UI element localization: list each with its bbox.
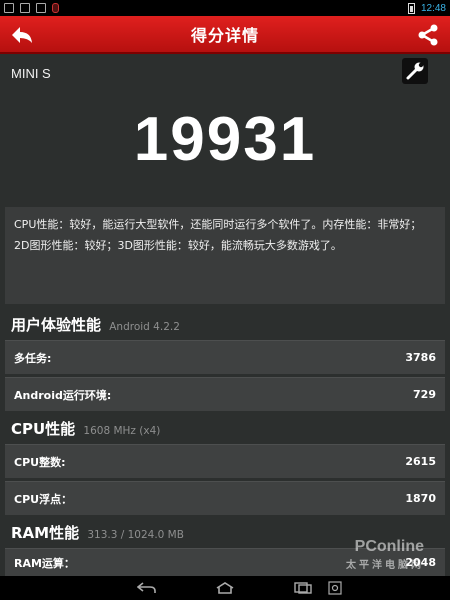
share-icon (418, 24, 438, 46)
section-heading: 用户体验性能 (11, 316, 102, 334)
nav-recents-icon (294, 582, 312, 594)
watermark: PConline 太平洋电脑网 (334, 538, 424, 578)
section-subtitle: Android 4.2.2 (109, 321, 180, 333)
nav-back-icon (137, 582, 156, 593)
nav-home-button[interactable] (214, 580, 236, 596)
row-label: RAM运算： (14, 556, 75, 570)
section-title-cpu: CPU性能 1608 MHz (x4) (11, 418, 160, 439)
device-row: MINI S (0, 54, 450, 96)
row-value: 3786 (405, 351, 436, 364)
back-arrow-icon (12, 27, 32, 43)
watermark-caption: 太平洋电脑网 (346, 560, 424, 571)
section-heading: RAM性能 (11, 524, 80, 542)
status-bar: 12:48 (0, 0, 450, 16)
nav-recents-button[interactable] (292, 580, 314, 596)
performance-summary: CPU性能：较好，能运行大型软件，还能同时运行多个软件了。内存性能：非常好；2D… (5, 207, 445, 304)
row-label: CPU浮点： (14, 492, 73, 506)
total-score: 19931 (133, 105, 317, 174)
back-button[interactable] (10, 24, 34, 46)
section-subtitle: 1608 MHz (x4) (83, 425, 161, 437)
section-title-user-experience: 用户体验性能 Android 4.2.2 (11, 314, 180, 335)
app-notification-icon (52, 3, 59, 13)
score-row-multitask: 多任务: 3786 (5, 340, 445, 374)
battery-icon (407, 2, 415, 14)
score-row-cpu-float: CPU浮点： 1870 (5, 481, 445, 515)
section-subtitle: 313.3 / 1024.0 MB (87, 529, 184, 541)
device-name: MINI S (11, 66, 51, 81)
tools-button[interactable] (402, 58, 428, 84)
nav-home-icon (216, 582, 234, 594)
screenshot-button[interactable] (328, 580, 342, 595)
gallery-notification-icon (36, 3, 46, 13)
nav-back-button[interactable] (136, 580, 158, 596)
watermark-logo: PConline (354, 538, 424, 555)
page-title: 得分详情 (190, 26, 259, 45)
row-label: 多任务: (14, 351, 52, 365)
row-value: 2615 (405, 455, 436, 468)
row-value: 729 (413, 388, 436, 401)
row-label: CPU整数: (14, 455, 66, 469)
row-label: Android运行环境: (14, 388, 112, 402)
score-row-android-runtime: Android运行环境: 729 (5, 377, 445, 411)
section-title-ram: RAM性能 313.3 / 1024.0 MB (11, 522, 184, 543)
wrench-icon (406, 62, 424, 80)
row-value: 1870 (405, 492, 436, 505)
screenshot-icon (328, 581, 342, 595)
score-row-cpu-integer: CPU整数: 2615 (5, 444, 445, 478)
header-bar: 得分详情 (0, 16, 450, 54)
section-heading: CPU性能 (11, 420, 76, 438)
share-button[interactable] (416, 22, 440, 48)
image-notification-icon (20, 3, 30, 13)
system-nav-bar (0, 576, 450, 600)
notification-icon (4, 3, 14, 13)
status-clock: 12:48 (420, 2, 446, 14)
